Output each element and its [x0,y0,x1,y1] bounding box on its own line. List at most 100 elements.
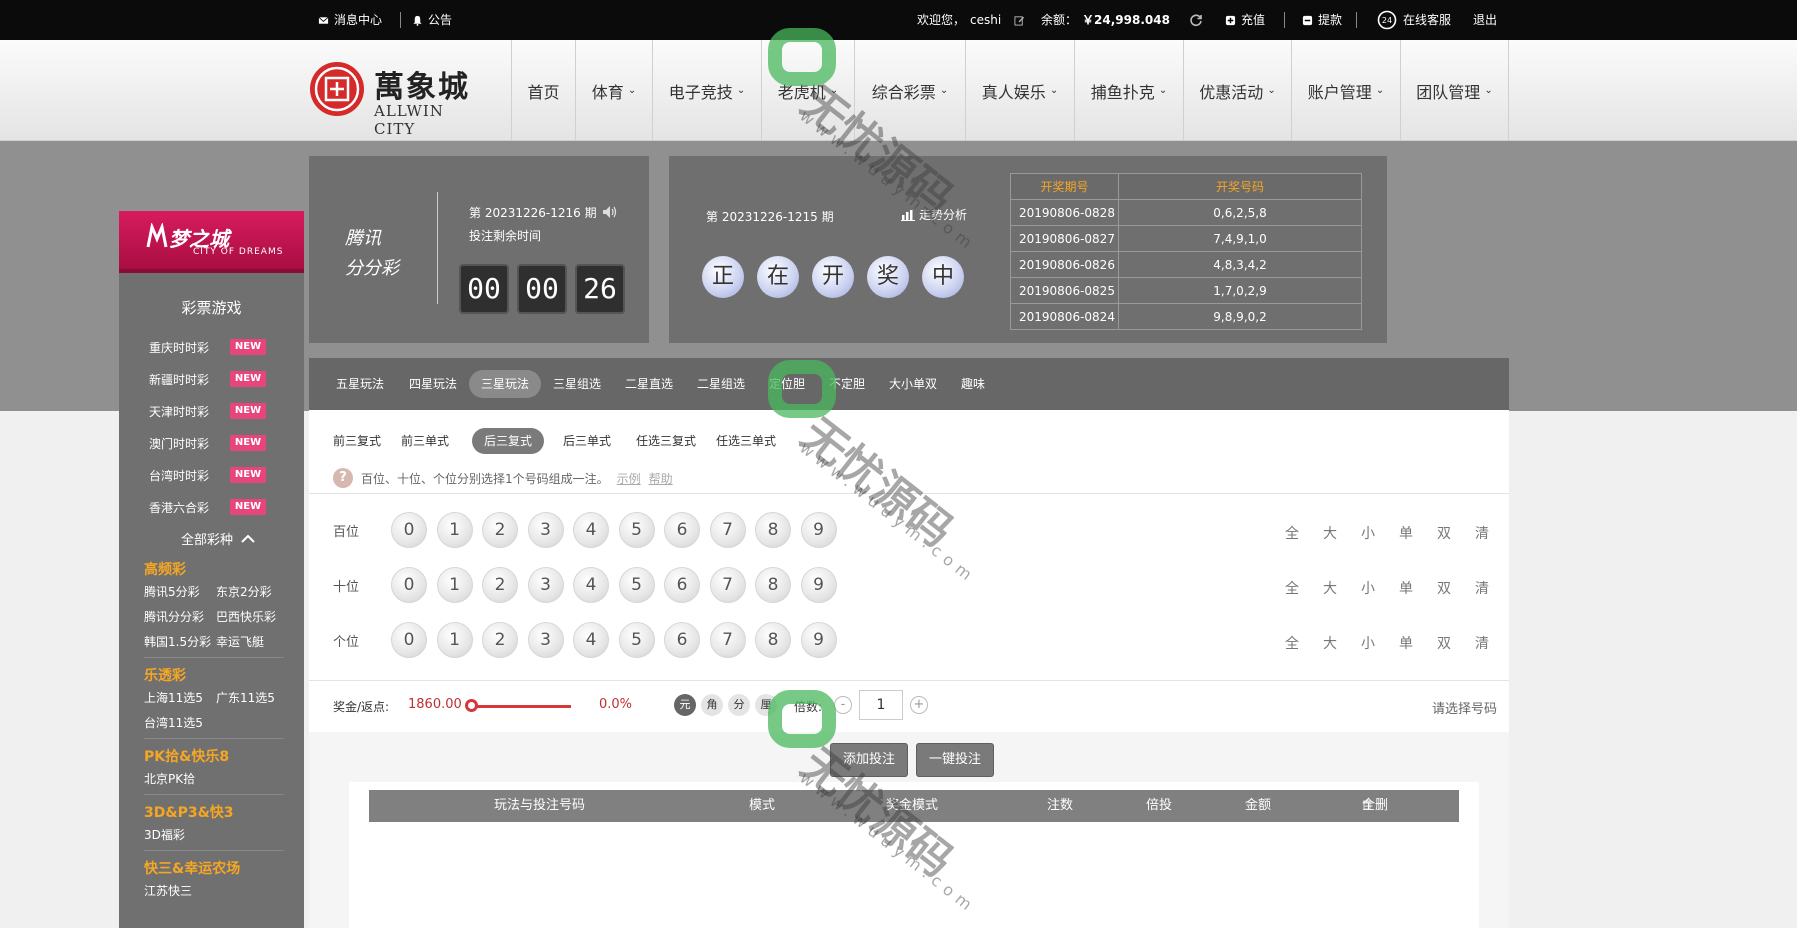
site-logo[interactable]: 萬象城 ALLWIN CITY [308,58,488,138]
nav-home[interactable]: 首页 [511,40,575,141]
category-item[interactable]: 江苏快三 [144,882,192,899]
delete-all-button[interactable]: 全删 [1362,790,1388,822]
tab-two-star-group[interactable]: 二星组选 [685,370,757,398]
unit-li-button[interactable]: 厘 [755,694,777,716]
quick-select-button[interactable]: 小 [1361,578,1375,598]
category-item[interactable]: 幸运飞艇 [216,633,264,650]
number-ball[interactable]: 2 [482,622,518,658]
tab-three-star-group[interactable]: 三星组选 [541,370,613,398]
quick-bet-button[interactable]: 一键投注 [916,743,995,777]
quick-select-button[interactable]: 单 [1399,523,1413,543]
number-ball[interactable]: 0 [391,512,427,548]
number-ball[interactable]: 8 [755,512,791,548]
unit-jiao-button[interactable]: 角 [701,694,723,716]
category-item[interactable]: 上海11选5 [144,689,203,706]
messages-link[interactable]: 消息中心 [318,0,382,40]
tab-fun[interactable]: 趣味 [949,370,997,398]
category-item[interactable]: 广东11选5 [216,689,275,706]
subtab-front3-multi[interactable]: 前三复式 [321,428,393,454]
number-ball[interactable]: 2 [482,567,518,603]
number-ball[interactable]: 9 [800,567,837,603]
number-ball[interactable]: 1 [436,622,473,658]
tab-five-star[interactable]: 五星玩法 [324,370,396,398]
number-ball[interactable]: 5 [618,622,655,658]
number-ball[interactable]: 9 [800,622,837,658]
all-lottery-toggle[interactable]: 全部彩种 [181,529,255,548]
number-ball[interactable]: 2 [482,512,518,548]
quick-select-button[interactable]: 清 [1475,523,1489,543]
tab-big-small-odd-even[interactable]: 大小单双 [877,370,949,398]
category-item[interactable]: 东京2分彩 [216,583,272,600]
rebate-slider-track[interactable] [471,705,571,708]
number-ball[interactable]: 4 [573,567,609,603]
add-bet-button[interactable]: 添加投注 [830,743,909,777]
sidebar-item-tjssc[interactable]: 天津时时彩 NEW [149,401,289,421]
number-ball[interactable]: 6 [664,512,700,548]
sidebar-item-xjssc[interactable]: 新疆时时彩 NEW [149,369,289,389]
number-ball[interactable]: 5 [618,567,655,603]
quick-select-button[interactable]: 全 [1285,523,1299,543]
unit-yuan-button[interactable]: 元 [674,694,696,716]
nav-account[interactable]: 账户管理 ⌄ [1291,40,1400,141]
notice-link[interactable]: 公告 [412,0,452,40]
category-item[interactable]: 3D福彩 [144,826,185,843]
category-item[interactable]: 韩国1.5分彩 [144,633,211,650]
example-link[interactable]: 示例 [617,470,641,487]
number-ball[interactable]: 4 [573,622,609,658]
number-ball[interactable]: 3 [527,512,564,548]
number-ball[interactable]: 3 [527,567,564,603]
quick-select-button[interactable]: 小 [1361,523,1375,543]
quick-select-button[interactable]: 清 [1475,578,1489,598]
help-link[interactable]: 帮助 [649,470,673,487]
category-item[interactable]: 台湾11选5 [144,714,203,731]
service-link[interactable]: 24 在线客服 [1376,0,1451,40]
logout-link[interactable]: 退出 [1473,0,1497,40]
tab-three-star[interactable]: 三星玩法 [469,370,542,398]
refresh-icon[interactable] [1189,13,1203,27]
nav-sports[interactable]: 体育 ⌄ [575,40,652,141]
quick-select-button[interactable]: 全 [1285,633,1299,653]
nav-slots[interactable]: 老虎机 ⌄ [761,40,854,141]
number-ball[interactable]: 8 [755,622,791,658]
edit-icon[interactable] [1014,15,1025,26]
subtab-back3-multi[interactable]: 后三复式 [472,428,545,454]
quick-select-button[interactable]: 清 [1475,633,1489,653]
number-ball[interactable]: 8 [755,567,791,603]
quick-select-button[interactable]: 大 [1323,578,1337,598]
nav-esports[interactable]: 电子竞技 ⌄ [652,40,761,141]
category-item[interactable]: 腾讯5分彩 [144,583,200,600]
quick-select-button[interactable]: 小 [1361,633,1375,653]
unit-fen-button[interactable]: 分 [728,694,750,716]
quick-select-button[interactable]: 双 [1437,523,1451,543]
rebate-slider-handle[interactable] [465,699,478,712]
nav-lottery[interactable]: 综合彩票 ⌄ [854,40,965,141]
multiplier-plus-button[interactable]: + [910,696,928,714]
number-ball[interactable]: 9 [800,512,837,548]
speaker-icon[interactable] [602,205,618,219]
number-ball[interactable]: 0 [391,622,427,658]
number-ball[interactable]: 7 [709,622,746,658]
sidebar-item-amssc[interactable]: 澳门时时彩 NEW [149,433,289,453]
tab-fixed-position[interactable]: 定位胆 [757,370,817,398]
quick-select-button[interactable]: 大 [1323,633,1337,653]
number-ball[interactable]: 4 [573,512,609,548]
nav-fishing-poker[interactable]: 捕鱼扑克 ⌄ [1074,40,1183,141]
subtab-any3-single[interactable]: 任选三单式 [704,428,788,454]
quick-select-button[interactable]: 单 [1399,633,1413,653]
tab-four-star[interactable]: 四星玩法 [397,370,469,398]
nav-live-casino[interactable]: 真人娱乐 ⌄ [965,40,1074,141]
multiplier-input[interactable] [859,690,903,720]
category-item[interactable]: 北京PK拾 [144,770,195,787]
nav-team[interactable]: 团队管理 ⌄ [1400,40,1509,141]
trend-analysis-link[interactable]: 走势分析 [901,206,967,223]
quick-select-button[interactable]: 双 [1437,633,1451,653]
quick-select-button[interactable]: 全 [1285,578,1299,598]
nav-promotions[interactable]: 优惠活动 ⌄ [1183,40,1291,141]
tab-two-star-direct[interactable]: 二星直选 [613,370,685,398]
sidebar-item-hklhc[interactable]: 香港六合彩 NEW [149,497,289,517]
withdraw-button[interactable]: 提款 [1302,0,1342,40]
sidebar-item-twssc[interactable]: 台湾时时彩 NEW [149,465,289,485]
number-ball[interactable]: 0 [391,567,427,603]
multiplier-minus-button[interactable]: - [834,696,852,714]
number-ball[interactable]: 7 [709,512,746,548]
